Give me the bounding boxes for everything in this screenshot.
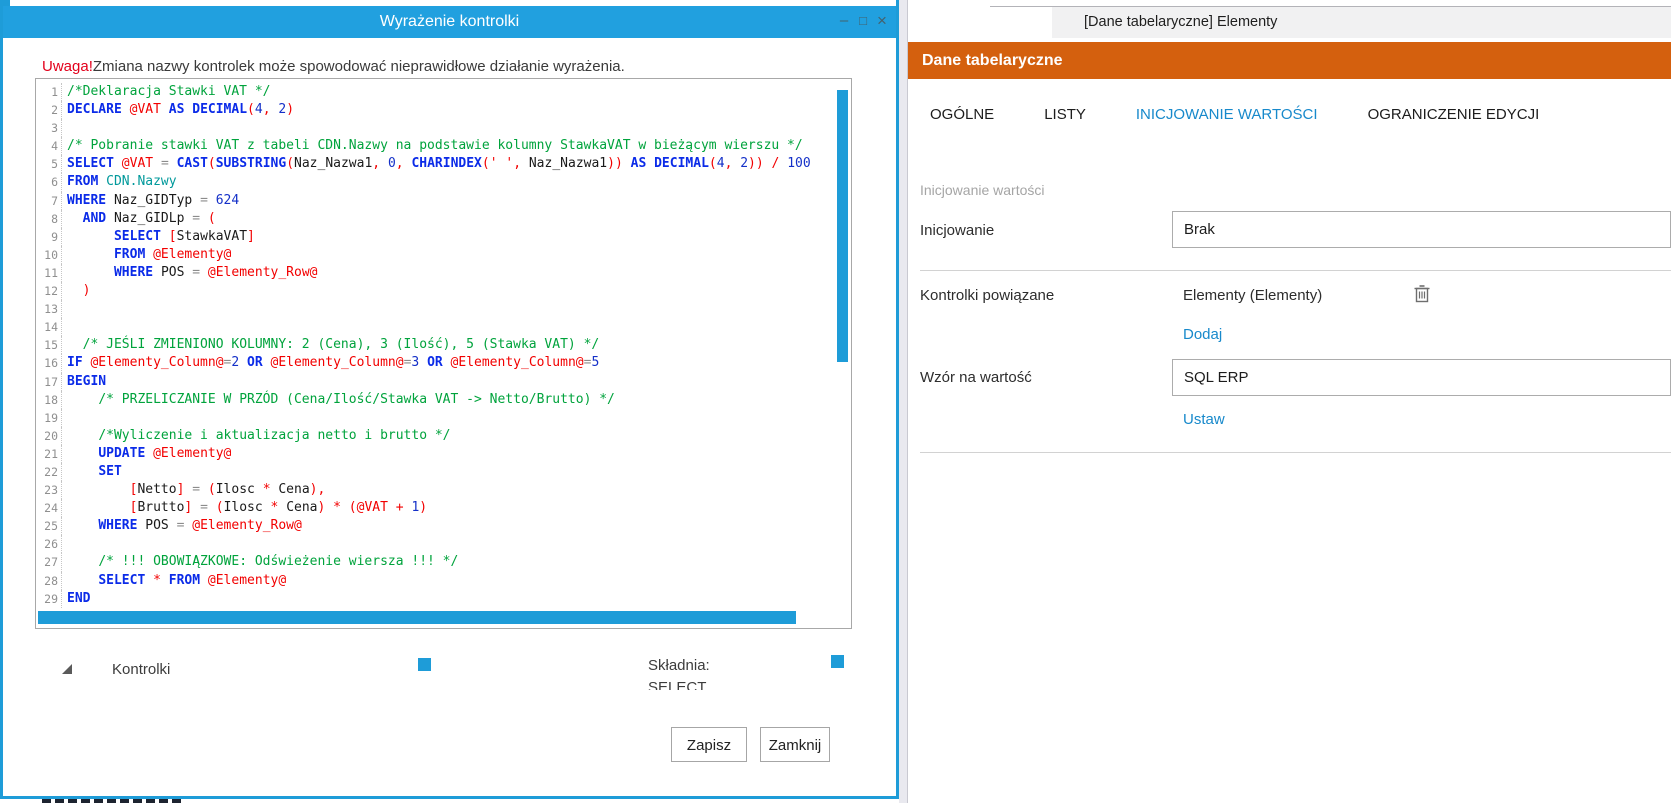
dialog-border-right xyxy=(896,0,899,799)
skladnia-handle-square xyxy=(831,655,844,668)
expander-icon[interactable] xyxy=(62,664,73,675)
code-line: 22 SET xyxy=(36,463,851,481)
inicjowanie-input[interactable] xyxy=(1172,211,1671,248)
document-tab-label: [Dane tabelaryczne] Elementy xyxy=(1084,14,1277,30)
label-kontrolki-powiazane: Kontrolki powiązane xyxy=(920,287,1054,304)
tab-ogolne[interactable]: OGÓLNE xyxy=(930,106,994,123)
code-line: 20 /*Wyliczenie i aktualizacja netto i b… xyxy=(36,427,851,445)
wzor-na-wartosc-input[interactable] xyxy=(1172,359,1671,396)
tab-inicjowanie-wartosci[interactable]: INICJOWANIE WARTOŚCI xyxy=(1136,106,1318,123)
code-line: 28 SELECT * FROM @Elementy@ xyxy=(36,572,851,590)
document-tab[interactable]: [Dane tabelaryczne] Elementy xyxy=(1052,7,1671,38)
code-line: 7WHERE Naz_GIDTyp = 624 xyxy=(36,192,851,210)
kontrolki-handle-square xyxy=(418,658,431,671)
code-line: 11 WHERE POS = @Elementy_Row@ xyxy=(36,264,851,282)
maximize-icon[interactable]: □ xyxy=(855,6,871,38)
separator xyxy=(920,452,1671,453)
code-line: 5SELECT @VAT = CAST(SUBSTRING(Naz_Nazwa1… xyxy=(36,155,851,173)
code-line: 3 xyxy=(36,119,851,137)
skladnia-value-text: SELECT xyxy=(648,679,706,690)
code-line: 6FROM CDN.Nazwy xyxy=(36,173,851,191)
code-line: 21 UPDATE @Elementy@ xyxy=(36,445,851,463)
save-button[interactable]: Zapisz xyxy=(671,727,747,762)
dialog-title: Wyrażenie kontrolki xyxy=(3,6,896,38)
code-line: 26 xyxy=(36,535,851,553)
tab-ograniczenie-edycji[interactable]: OGRANICZENIE EDYCJI xyxy=(1368,106,1540,123)
warning-message: Uwaga!Zmiana nazwy kontrolek może spowod… xyxy=(42,58,625,75)
dialog-titlebar: Wyrażenie kontrolki – □ × xyxy=(3,6,896,38)
code-line: 23 [Netto] = (Ilosc * Cena), xyxy=(36,481,851,499)
ustaw-link[interactable]: Ustaw xyxy=(1183,411,1225,428)
skladnia-clipped-value: SELECT xyxy=(648,679,768,690)
close-button[interactable]: Zamknij xyxy=(760,727,830,762)
kontrolki-section-label: Kontrolki xyxy=(112,661,170,678)
separator xyxy=(920,270,1671,271)
clipped-window-text xyxy=(42,799,185,803)
dodaj-link[interactable]: Dodaj xyxy=(1183,326,1222,343)
panel-header: Dane tabelaryczne xyxy=(908,42,1671,79)
group-label-inicjowanie-wartosci: Inicjowanie wartości xyxy=(920,182,1045,198)
code-line: 17BEGIN xyxy=(36,373,851,391)
panel-tabs: OGÓLNE LISTY INICJOWANIE WARTOŚCI OGRANICZE… xyxy=(930,106,1539,123)
code-line: 18 /* PRZELICZANIE W PRZÓD (Cena/Ilość/S… xyxy=(36,391,851,409)
warning-text: Zmiana nazwy kontrolek może spowodować n… xyxy=(93,58,625,75)
code-line: 8 AND Naz_GIDLp = ( xyxy=(36,210,851,228)
panel-header-title: Dane tabelaryczne xyxy=(908,42,1671,79)
code-line: 13 xyxy=(36,300,851,318)
code-line: 14 xyxy=(36,318,851,336)
horizontal-scrollbar-thumb[interactable] xyxy=(38,611,796,624)
code-line: 27 /* !!! OBOWIĄZKOWE: Odświeżenie wiers… xyxy=(36,553,851,571)
code-line: 10 FROM @Elementy@ xyxy=(36,246,851,264)
code-line: 9 SELECT [StawkaVAT] xyxy=(36,228,851,246)
code-line: 1/*Deklaracja Stawki VAT */ xyxy=(36,83,851,101)
trash-icon[interactable] xyxy=(1414,284,1430,303)
sql-editor[interactable]: 1/*Deklaracja Stawki VAT */2DECLARE @VAT… xyxy=(35,78,852,629)
tab-listy[interactable]: LISTY xyxy=(1044,106,1086,123)
close-icon[interactable]: × xyxy=(874,6,890,38)
code-line: 24 [Brutto] = (Ilosc * Cena) * (@VAT + 1… xyxy=(36,499,851,517)
code-lines: 1/*Deklaracja Stawki VAT */2DECLARE @VAT… xyxy=(36,83,851,608)
label-wzor-na-wartosc: Wzór na wartość xyxy=(920,369,1032,386)
dialog-border-left xyxy=(0,0,3,799)
code-line: 12 ) xyxy=(36,282,851,300)
code-line: 19 xyxy=(36,409,851,427)
code-line: 25 WHERE POS = @Elementy_Row@ xyxy=(36,517,851,535)
window-splitter xyxy=(899,0,908,803)
code-line: 15 /* JEŚLI ZMIENIONO KOLUMNY: 2 (Cena),… xyxy=(36,336,851,354)
kontrolki-powiazane-value: Elementy (Elementy) xyxy=(1183,287,1322,304)
warning-prefix: Uwaga! xyxy=(42,58,93,75)
skladnia-label: Składnia: xyxy=(648,657,710,674)
code-line: 2DECLARE @VAT AS DECIMAL(4, 2) xyxy=(36,101,851,119)
vertical-scrollbar-thumb[interactable] xyxy=(837,90,848,362)
code-line: 16IF @Elementy_Column@=2 OR @Elementy_Co… xyxy=(36,354,851,372)
code-line: 29END xyxy=(36,590,851,608)
label-inicjowanie: Inicjowanie xyxy=(920,222,994,239)
minimize-icon[interactable]: – xyxy=(836,6,852,38)
code-line: 4/* Pobranie stawki VAT z tabeli CDN.Naz… xyxy=(36,137,851,155)
